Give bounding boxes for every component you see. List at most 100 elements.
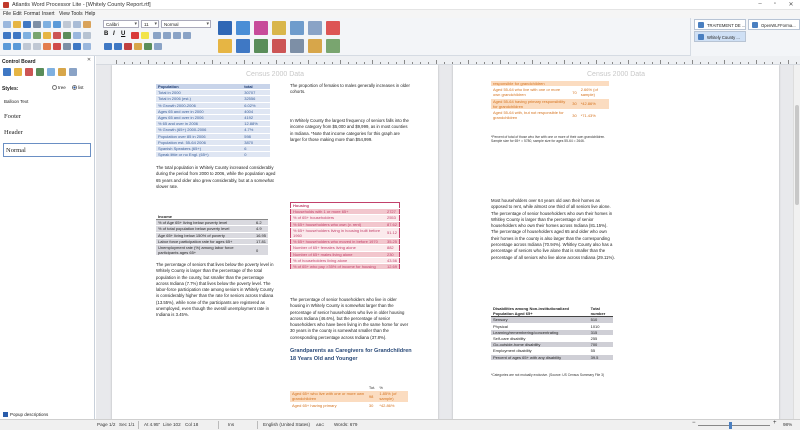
ebook-icon[interactable] <box>254 39 268 53</box>
underline-icon[interactable]: U <box>121 31 125 37</box>
open-folder-icon[interactable] <box>13 21 21 28</box>
document-map-icon[interactable] <box>47 68 55 76</box>
format-painter-icon[interactable] <box>144 43 152 50</box>
clear-formatting-icon[interactable] <box>154 43 162 50</box>
superscript-icon[interactable] <box>104 43 112 50</box>
zoom-out-icon[interactable]: − <box>692 420 696 426</box>
close-panel-icon[interactable]: ✕ <box>83 57 95 63</box>
style-combo[interactable]: Normal <box>161 20 211 28</box>
styles-tool-icon[interactable] <box>3 68 11 76</box>
ruler-tick <box>300 62 301 64</box>
special-characters-icon[interactable] <box>254 21 268 35</box>
style-normal-selected[interactable]: Normal <box>3 143 91 157</box>
pilcrow-icon[interactable] <box>218 21 232 35</box>
zoom-in-icon[interactable]: + <box>773 420 777 426</box>
align-center-icon[interactable] <box>163 32 171 39</box>
minimize-icon[interactable]: – <box>754 1 766 7</box>
style-footer[interactable]: Footer <box>3 112 91 121</box>
stop-icon[interactable] <box>326 21 340 35</box>
numbering-icon[interactable] <box>13 43 21 50</box>
status-insert-mode[interactable]: Ins <box>228 422 234 427</box>
subscript-icon[interactable] <box>114 43 122 50</box>
spellcheck-status-icon[interactable]: ABC <box>316 422 324 427</box>
shading-icon[interactable] <box>53 43 61 50</box>
print-preview-icon[interactable] <box>43 21 51 28</box>
vertical-scrollbar[interactable] <box>793 65 800 419</box>
print-icon[interactable] <box>33 21 41 28</box>
justify-icon[interactable] <box>183 32 191 39</box>
document-canvas[interactable]: Census 2000 Data Population total Total in… <box>96 65 793 419</box>
bullets-icon[interactable] <box>3 43 11 50</box>
replace-icon[interactable] <box>33 32 41 39</box>
date-time-icon[interactable] <box>272 21 286 35</box>
word-count-icon[interactable] <box>236 39 250 53</box>
status-language[interactable]: English (United States) <box>263 422 310 427</box>
ruler-tick <box>396 62 397 64</box>
font-size-combo[interactable]: 11 <box>141 20 159 28</box>
menu-format[interactable]: Format <box>24 11 40 17</box>
change-case-icon[interactable] <box>134 43 142 50</box>
outdent-icon[interactable] <box>33 43 41 50</box>
maximize-icon[interactable]: ▫ <box>769 1 781 7</box>
menu-help[interactable]: Help <box>85 11 95 17</box>
horizontal-ruler[interactable] <box>96 56 800 65</box>
clipboard-tool-icon[interactable] <box>36 68 44 76</box>
undo-icon[interactable] <box>3 32 11 39</box>
menu-insert[interactable]: Insert <box>42 11 55 17</box>
fonts-tool-icon[interactable] <box>14 68 22 76</box>
close-icon[interactable]: ✕ <box>785 1 797 8</box>
style-balloon-text[interactable]: Balloon Text <box>3 98 91 105</box>
copy-icon[interactable] <box>73 21 81 28</box>
picture-icon[interactable] <box>73 32 81 39</box>
header-footer-icon[interactable] <box>290 21 304 35</box>
options-icon[interactable] <box>326 39 340 53</box>
popup-descriptions-checkbox[interactable]: Popup descriptions <box>3 412 48 417</box>
font-name-combo[interactable]: Calibri <box>103 20 139 28</box>
bookmarks-tool-icon[interactable] <box>25 68 33 76</box>
document-tab-active[interactable]: Whitely County ... <box>694 31 746 42</box>
italic-icon[interactable]: I <box>113 31 115 37</box>
email-icon[interactable] <box>53 21 61 28</box>
font-color-icon[interactable] <box>131 32 139 39</box>
menu-file[interactable]: File <box>3 11 11 17</box>
bookmark-icon[interactable] <box>53 32 61 39</box>
menu-edit[interactable]: Edit <box>13 11 22 17</box>
style-header[interactable]: Header <box>3 128 91 137</box>
zoom-slider-thumb[interactable] <box>728 422 732 429</box>
table-icon[interactable] <box>63 32 71 39</box>
save-icon[interactable] <box>23 21 31 28</box>
list-radio[interactable]: list <box>72 85 84 91</box>
highlight-icon[interactable] <box>141 32 149 39</box>
cut-icon[interactable] <box>63 21 71 28</box>
strikethrough-icon[interactable] <box>124 43 132 50</box>
align-left-icon[interactable] <box>153 32 161 39</box>
autocorrect-icon[interactable] <box>218 39 232 53</box>
paste-icon[interactable] <box>83 21 91 28</box>
menu-view[interactable]: View <box>59 11 70 17</box>
new-document-icon[interactable] <box>3 21 11 28</box>
find-tool-icon[interactable] <box>69 68 77 76</box>
line-spacing-icon[interactable] <box>63 43 71 50</box>
insert-table-icon[interactable] <box>290 39 304 53</box>
align-right-icon[interactable] <box>173 32 181 39</box>
document-tab[interactable]: TRAITEMENT DE ... <box>694 19 746 30</box>
autotext-tool-icon[interactable] <box>58 68 66 76</box>
tree-radio[interactable]: tree <box>52 85 66 91</box>
show-codes-icon[interactable] <box>236 21 250 35</box>
zoom-slider[interactable] <box>698 425 770 426</box>
find-icon[interactable] <box>23 32 31 39</box>
insert-picture-icon[interactable] <box>272 39 286 53</box>
scrollbar-thumb[interactable] <box>795 105 799 205</box>
spellcheck-icon[interactable] <box>43 32 51 39</box>
columns-icon[interactable] <box>83 43 91 50</box>
menu-tools[interactable]: Tools <box>71 11 83 17</box>
insert-symbol-icon[interactable] <box>308 39 322 53</box>
redo-icon[interactable] <box>13 32 21 39</box>
zoom-icon[interactable] <box>308 21 322 35</box>
border-icon[interactable] <box>43 43 51 50</box>
paragraph-icon[interactable] <box>73 43 81 50</box>
bold-icon[interactable]: B <box>104 31 108 37</box>
link-icon[interactable] <box>83 32 91 39</box>
indent-icon[interactable] <box>23 43 31 50</box>
document-tab[interactable]: OpenWLFForma... <box>748 19 800 30</box>
